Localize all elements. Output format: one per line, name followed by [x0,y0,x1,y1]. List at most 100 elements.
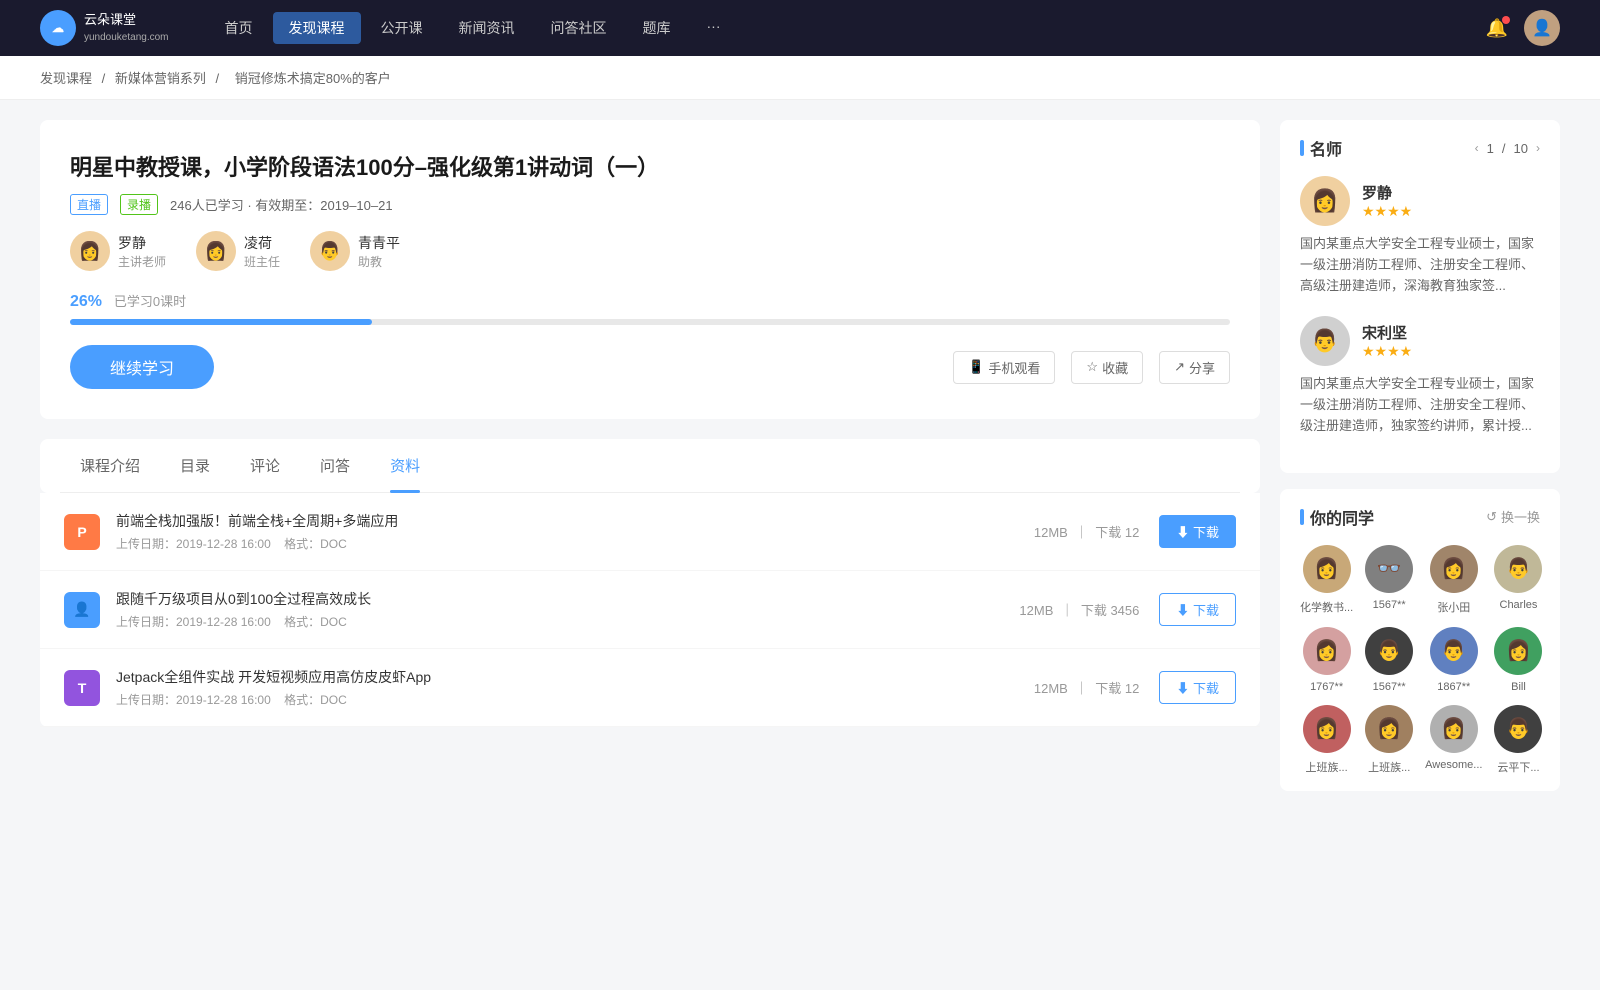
action-buttons: 📱 手机观看 ☆ 收藏 ↗ 分享 [953,351,1230,384]
resource-item: 👤 跟随千万级项目从0到100全过程高效成长 上传日期：2019-12-28 1… [40,571,1260,649]
next-page-btn[interactable]: › [1536,141,1540,155]
classmate-name: 化学教书... [1300,599,1353,615]
breadcrumb-link[interactable]: 发现课程 [40,71,92,86]
nav-items: 首页发现课程公开课新闻资讯问答社区题库··· [209,12,1486,44]
teacher-role: 助教 [358,253,400,270]
download-btn[interactable]: ⬇ 下载 [1159,593,1236,626]
nav-item-题库[interactable]: 题库 [627,12,687,44]
logo[interactable]: ☁ 云朵课堂yundouketang.com [40,10,169,46]
classmate-item[interactable]: 👩 化学教书... [1300,545,1353,615]
tab-问答[interactable]: 问答 [300,439,370,492]
resource-meta: 上传日期：2019-12-28 16:00 格式：DOC [116,535,1034,552]
user-avatar[interactable]: 👤 [1524,10,1560,46]
classmate-item[interactable]: 👩 Bill [1494,627,1542,693]
classmate-name: Bill [1511,681,1526,693]
progress-sub: 已学习0课时 [114,294,186,309]
classmate-name: 1567** [1373,599,1406,611]
collect-label: 收藏 [1102,358,1128,377]
course-tabs: 课程介绍目录评论问答资料 [40,439,1260,493]
classmate-avatar: 👨 [1430,627,1478,675]
classmate-item[interactable]: 👨 1567** [1365,627,1413,693]
continue-button[interactable]: 继续学习 [70,345,214,389]
share-btn[interactable]: ↗ 分享 [1159,351,1230,384]
tab-资料[interactable]: 资料 [370,439,440,492]
classmates-panel-header: 你的同学 ↺ 换一换 [1300,505,1540,529]
breadcrumb-current: 销冠修炼术搞定80%的客户 [235,71,391,86]
classmate-avatar: 👨 [1494,705,1542,753]
resource-list: P 前端全栈加强版！前端全栈+全周期+多端应用 上传日期：2019-12-28 … [40,493,1260,727]
mobile-label: 手机观看 [988,358,1040,377]
classmate-item[interactable]: 👩 Awesome... [1425,705,1482,775]
tab-目录[interactable]: 目录 [160,439,230,492]
classmate-item[interactable]: 👩 1767** [1300,627,1353,693]
teacher-name: 青青平 [358,233,400,253]
classmates-panel: 你的同学 ↺ 换一换 👩 化学教书... 👓 1567** 👩 张小田 👨 Ch… [1280,489,1560,791]
nav-item-首页[interactable]: 首页 [209,12,269,44]
breadcrumb-link-2[interactable]: 新媒体营销系列 [115,71,206,86]
teacher-info: 罗静 主讲老师 [118,233,166,270]
classmate-avatar: 👩 [1303,705,1351,753]
download-btn[interactable]: ⬇ 下载 [1159,515,1236,548]
mobile-icon: 📱 [968,359,984,375]
teachers-panel-header: 名师 ‹ 1 / 10 › [1300,136,1540,160]
course-header: 明星中教授课，小学阶段语法100分–强化级第1讲动词（一） 直播 录播 246人… [40,120,1260,419]
logo-text: 云朵课堂yundouketang.com [84,12,169,44]
classmate-name: 张小田 [1437,599,1470,615]
resource-meta: 上传日期：2019-12-28 16:00 格式：DOC [116,613,1019,630]
classmate-name: 上班族... [1368,759,1410,775]
classmate-item[interactable]: 👩 上班族... [1300,705,1353,775]
classmate-name: 1867** [1437,681,1470,693]
nav-item-问答社区[interactable]: 问答社区 [535,12,623,44]
tc-header: 👨 宋利坚 ★★★★ [1300,316,1540,366]
classmate-name: 1767** [1310,681,1343,693]
refresh-btn[interactable]: ↺ 换一换 [1486,507,1540,526]
progress-percent: 26% [70,293,102,310]
resource-info: 前端全栈加强版！前端全栈+全周期+多端应用 上传日期：2019-12-28 16… [116,511,1034,552]
tag-live: 直播 [70,194,108,215]
progress-bar-bg [70,319,1230,325]
tc-name: 宋利坚 [1362,322,1412,343]
teacher-avatar: 👩 [70,231,110,271]
classmate-item[interactable]: 👩 上班族... [1365,705,1413,775]
classmate-item[interactable]: 👨 Charles [1494,545,1542,615]
nav-item-公开课[interactable]: 公开课 [365,12,439,44]
prev-page-btn[interactable]: ‹ [1475,141,1479,155]
resource-icon: 👤 [64,592,100,628]
bell-icon[interactable]: 🔔 [1486,18,1508,39]
classmate-name: 上班族... [1306,759,1348,775]
course-title: 明星中教授课，小学阶段语法100分–强化级第1讲动词（一） [70,150,1230,182]
nav-item-发现课程[interactable]: 发现课程 [273,12,361,44]
classmates-panel-title: 你的同学 [1300,505,1374,529]
mobile-watch-btn[interactable]: 📱 手机观看 [953,351,1055,384]
nav-item-新闻资讯[interactable]: 新闻资讯 [443,12,531,44]
classmate-avatar: 👩 [1430,545,1478,593]
tc-name: 罗静 [1362,182,1412,203]
resource-stats: 12MB ｜ 下载 12 [1034,522,1139,541]
left-panel: 明星中教授课，小学阶段语法100分–强化级第1讲动词（一） 直播 录播 246人… [40,120,1260,807]
tab-课程介绍[interactable]: 课程介绍 [60,439,160,492]
star-icon: ☆ [1086,359,1098,375]
teacher-info: 凌荷 班主任 [244,233,280,270]
breadcrumb: 发现课程 / 新媒体营销系列 / 销冠修炼术搞定80%的客户 [0,56,1600,100]
course-actions: 继续学习 📱 手机观看 ☆ 收藏 ↗ 分享 [70,345,1230,389]
collect-btn[interactable]: ☆ 收藏 [1071,351,1143,384]
resource-name: 跟随千万级项目从0到100全过程高效成长 [116,589,1019,609]
classmate-item[interactable]: 👩 张小田 [1425,545,1482,615]
teacher-role: 主讲老师 [118,253,166,270]
resource-info: Jetpack全组件实战 开发短视频应用高仿皮皮虾App 上传日期：2019-1… [116,667,1034,708]
tab-评论[interactable]: 评论 [230,439,300,492]
classmate-avatar: 👩 [1303,627,1351,675]
nav-item-···[interactable]: ··· [691,12,737,44]
classmate-item[interactable]: 👨 云平下... [1494,705,1542,775]
main-container: 明星中教授课，小学阶段语法100分–强化级第1讲动词（一） 直播 录播 246人… [0,100,1600,827]
classmate-item[interactable]: 👓 1567** [1365,545,1413,615]
share-label: 分享 [1189,358,1215,377]
tc-avatar: 👩 [1300,176,1350,226]
classmate-item[interactable]: 👨 1867** [1425,627,1482,693]
teacher-item: 👩 凌荷 班主任 [196,231,280,271]
share-icon: ↗ [1174,359,1185,375]
notification-dot [1502,16,1510,24]
classmate-avatar: 👩 [1365,705,1413,753]
download-btn[interactable]: ⬇ 下载 [1159,671,1236,704]
resource-stats: 12MB ｜ 下载 3456 [1019,600,1139,619]
